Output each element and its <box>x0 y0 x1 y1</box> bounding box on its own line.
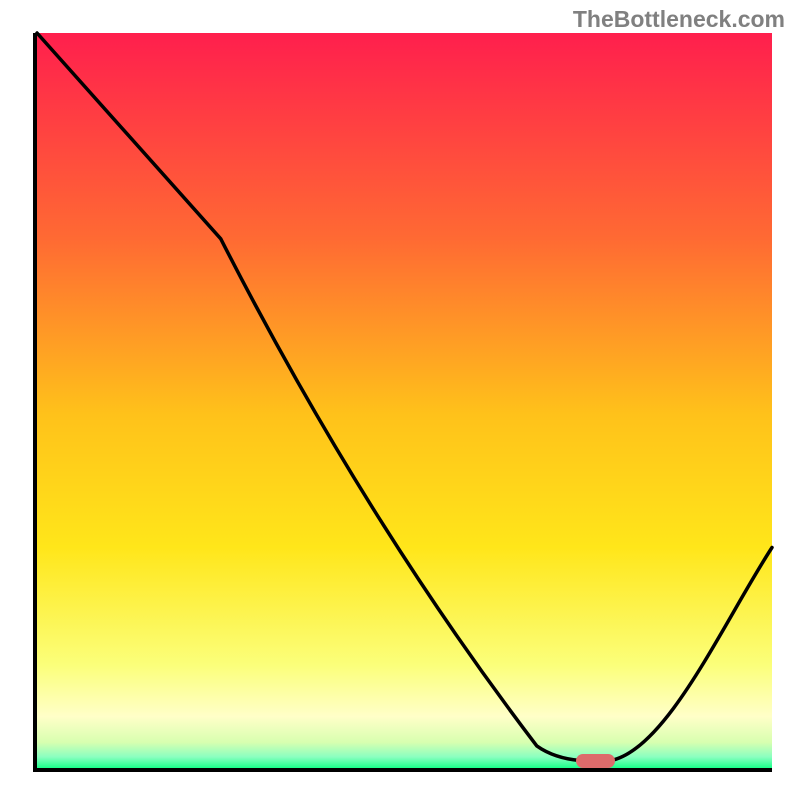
bottleneck-curve <box>37 33 772 768</box>
optimal-marker <box>576 754 614 768</box>
watermark-text: TheBottleneck.com <box>573 6 785 33</box>
plot-area <box>33 33 772 772</box>
